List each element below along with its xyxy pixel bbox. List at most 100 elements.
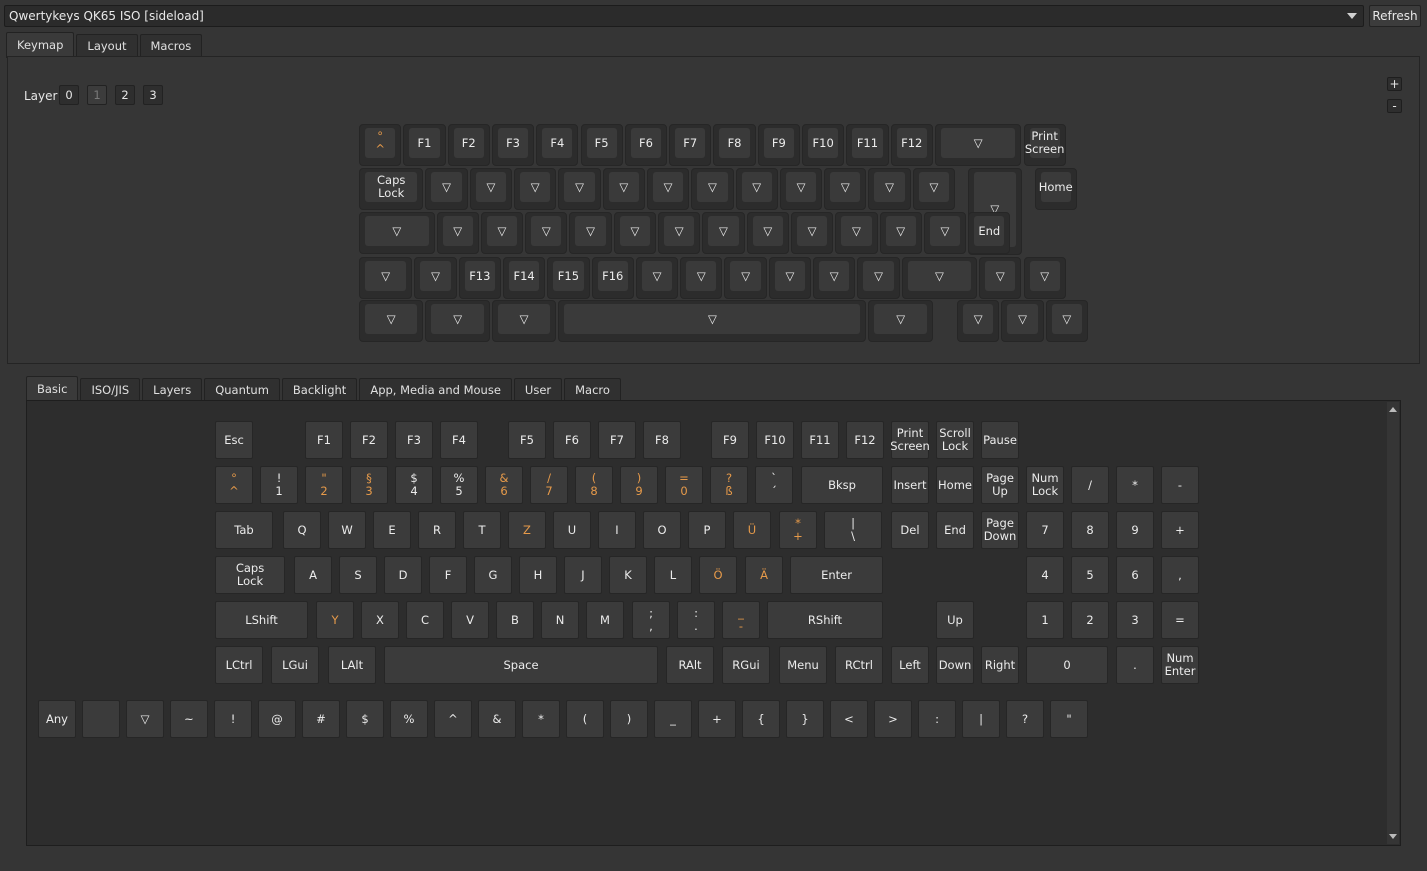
- keycode-blank[interactable]: *: [522, 700, 560, 738]
- keycode-s[interactable]: S: [339, 556, 377, 594]
- keycode-j[interactable]: J: [564, 556, 602, 594]
- keycode-print-screen[interactable]: Print Screen: [890, 421, 930, 459]
- keycode-blank[interactable]: | \: [824, 511, 882, 549]
- keycode-blank[interactable]: !: [214, 700, 252, 738]
- keycode-caps-lock[interactable]: Caps Lock: [215, 556, 285, 594]
- keycode-scroll-lock[interactable]: Scroll Lock: [936, 421, 974, 459]
- layout-key-transparent[interactable]: ▽: [635, 257, 679, 300]
- keycode-page-down[interactable]: Page Down: [981, 511, 1019, 549]
- keycode-rgui[interactable]: RGui: [722, 646, 770, 684]
- keycode-blank[interactable]: #: [302, 700, 340, 738]
- keycode-blank[interactable]: Ü: [733, 511, 771, 549]
- layout-key-transparent[interactable]: ▽: [359, 212, 435, 255]
- keycode-m[interactable]: M: [586, 601, 624, 639]
- layout-key-transparent[interactable]: ▽: [979, 257, 1022, 300]
- tab-app-media-and-mouse[interactable]: App, Media and Mouse: [359, 378, 512, 401]
- keycode-r[interactable]: R: [418, 511, 456, 549]
- device-select[interactable]: Qwertykeys QK65 ISO [sideload]: [4, 5, 1364, 27]
- layout-key-print-screen[interactable]: Print Screen: [1023, 124, 1066, 167]
- layout-key-end[interactable]: End: [968, 212, 1011, 255]
- layout-key-transparent[interactable]: ▽: [425, 300, 490, 343]
- keycode-1[interactable]: ! 1: [260, 466, 298, 504]
- keycode-blank[interactable]: $: [346, 700, 384, 738]
- keycode-up[interactable]: Up: [936, 601, 974, 639]
- layout-key-transparent[interactable]: ▽: [414, 257, 457, 300]
- keycode-rshift[interactable]: RShift: [767, 601, 883, 639]
- layer-button-3[interactable]: 3: [143, 85, 163, 105]
- layout-key-f9[interactable]: F9: [757, 124, 800, 167]
- keycode-down[interactable]: Down: [936, 646, 974, 684]
- keycode-left[interactable]: Left: [891, 646, 929, 684]
- keycode-f11[interactable]: F11: [801, 421, 839, 459]
- layout-key-transparent[interactable]: ▽: [857, 257, 900, 300]
- tab-user[interactable]: User: [513, 378, 563, 401]
- layout-key-transparent[interactable]: ▽: [934, 124, 1022, 167]
- keycode-lalt[interactable]: LAlt: [328, 646, 376, 684]
- keycode-b[interactable]: B: [496, 601, 534, 639]
- keycode-6[interactable]: & 6: [485, 466, 523, 504]
- keycode-pause[interactable]: Pause: [981, 421, 1019, 459]
- layout-key-transparent[interactable]: ▽: [957, 300, 1000, 343]
- refresh-button[interactable]: Refresh: [1369, 5, 1421, 27]
- layout-key-transparent[interactable]: ▽: [359, 300, 424, 343]
- layout-key-caps-lock[interactable]: Caps Lock: [359, 168, 424, 211]
- keycode-c[interactable]: C: [406, 601, 444, 639]
- layout-key-f6[interactable]: F6: [624, 124, 668, 167]
- layout-key-transparent[interactable]: ▽: [1045, 300, 1088, 343]
- layout-key-f8[interactable]: F8: [713, 124, 756, 167]
- keycode-blank[interactable]: {: [742, 700, 780, 738]
- layout-key-transparent[interactable]: ▽: [768, 257, 812, 300]
- layout-key-f15[interactable]: F15: [547, 257, 590, 300]
- keycode-f7[interactable]: F7: [598, 421, 636, 459]
- layout-key-f16[interactable]: F16: [591, 257, 634, 300]
- layout-key-transparent[interactable]: ▽: [912, 168, 956, 211]
- keycode-insert[interactable]: Insert: [891, 466, 929, 504]
- layout-key-transparent[interactable]: ▽: [425, 168, 468, 211]
- layout-key-f5[interactable]: F5: [580, 124, 623, 167]
- keycode-blank[interactable]: -: [1161, 466, 1199, 504]
- layout-key-transparent[interactable]: ▽: [735, 168, 778, 211]
- keycode-d[interactable]: D: [384, 556, 422, 594]
- layout-key-transparent[interactable]: ▽: [602, 168, 645, 211]
- keycode-k[interactable]: K: [609, 556, 647, 594]
- layout-key-transparent[interactable]: ▽: [480, 212, 524, 255]
- keycode-blank[interactable]: &: [478, 700, 516, 738]
- keycode-n[interactable]: N: [541, 601, 579, 639]
- add-layer-button[interactable]: +: [1387, 77, 1402, 91]
- layout-key-transparent[interactable]: ▽: [569, 212, 612, 255]
- keycode-7[interactable]: /7: [530, 466, 568, 504]
- keycode-u[interactable]: U: [553, 511, 591, 549]
- keycode-blank[interactable]: <: [830, 700, 868, 738]
- keycode-f10[interactable]: F10: [756, 421, 794, 459]
- keycode-num-enter[interactable]: Num Enter: [1161, 646, 1199, 684]
- keycode-blank[interactable]: ^: [434, 700, 472, 738]
- layout-key-transparent[interactable]: ▽: [558, 300, 867, 343]
- keycode-blank[interactable]: @: [258, 700, 296, 738]
- keycode-blank[interactable]: |: [962, 700, 1000, 738]
- keycode-4[interactable]: 4: [1026, 556, 1064, 594]
- keycode-lctrl[interactable]: LCtrl: [215, 646, 263, 684]
- layer-button-0[interactable]: 0: [59, 85, 79, 105]
- keycode-any[interactable]: Any: [38, 700, 76, 738]
- keycode-2[interactable]: " 2: [305, 466, 343, 504]
- keycode-right[interactable]: Right: [981, 646, 1019, 684]
- keycode-5[interactable]: 5: [1071, 556, 1109, 594]
- keycode-del[interactable]: Del: [891, 511, 929, 549]
- keycode-w[interactable]: W: [328, 511, 366, 549]
- scroll-up-icon[interactable]: [1389, 407, 1397, 412]
- layout-key-transparent[interactable]: ▽: [868, 300, 933, 343]
- keycode-1[interactable]: 1: [1026, 601, 1064, 639]
- layout-key-f4[interactable]: F4: [536, 124, 579, 167]
- keycode-blank[interactable]: ° ^: [215, 466, 253, 504]
- keycode-blank[interactable]: Ö: [699, 556, 737, 594]
- keycode-blank[interactable]: +: [698, 700, 736, 738]
- keycode-blank[interactable]: ": [1050, 700, 1088, 738]
- layout-key-f14[interactable]: F14: [502, 257, 546, 300]
- keycode-blank[interactable]: _ -: [722, 601, 760, 639]
- keycode-blank[interactable]: +: [1161, 511, 1199, 549]
- keycode-f2[interactable]: F2: [350, 421, 388, 459]
- keycode-a[interactable]: A: [294, 556, 332, 594]
- layout-key-transparent[interactable]: ▽: [702, 212, 745, 255]
- keycode-p[interactable]: P: [688, 511, 726, 549]
- layout-key-transparent[interactable]: ▽: [746, 212, 789, 255]
